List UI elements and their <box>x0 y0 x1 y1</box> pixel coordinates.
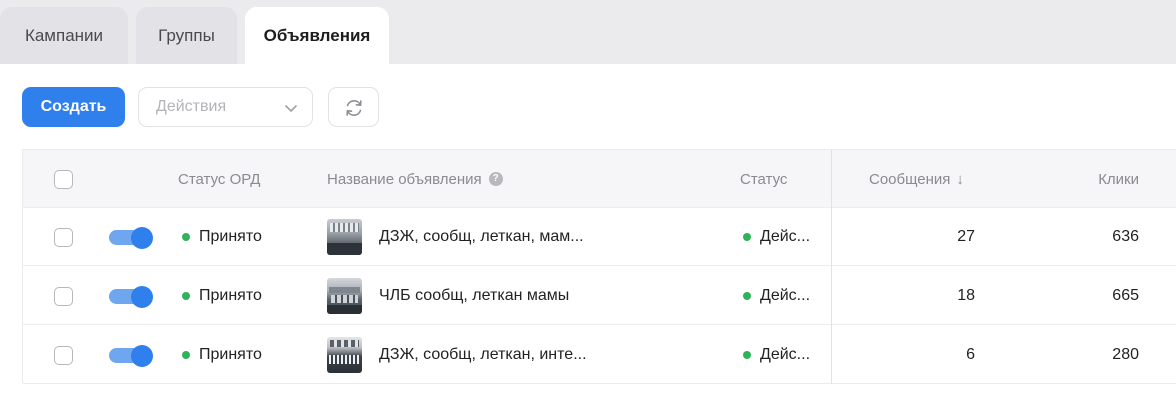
tab-ads[interactable]: Объявления <box>245 7 389 64</box>
help-icon[interactable]: ? <box>488 172 503 186</box>
ad-name-link[interactable]: ЧЛБ сообщ, леткан мамы <box>379 287 569 305</box>
row-checkbox[interactable] <box>54 227 73 247</box>
ad-name-cell: ДЗЖ, сообщ, леткан, инте... <box>327 326 587 384</box>
ad-enabled-toggle[interactable] <box>109 286 153 308</box>
column-header-messages-label: Сообщения <box>869 170 951 188</box>
frozen-column-divider <box>831 150 832 384</box>
status-text: Дейс... <box>760 346 811 363</box>
ad-thumbnail[interactable] <box>327 337 362 373</box>
table-row[interactable]: Принято ДЗЖ, сообщ, леткан, мам... Дейс.… <box>23 208 1176 266</box>
clicks-cell: 280 <box>1112 346 1139 363</box>
sort-desc-icon: ↓ <box>956 170 964 188</box>
status-cell: Дейс... <box>743 326 810 384</box>
clicks-cell: 636 <box>1112 228 1139 245</box>
ads-table: Статус ОРД Название объявления ? Статус … <box>22 149 1176 384</box>
row-checkbox[interactable] <box>54 345 73 365</box>
status-dot-icon <box>743 233 751 241</box>
select-all-cell <box>54 150 73 208</box>
table-row[interactable]: Принято ДЗЖ, сообщ, леткан, инте... Дейс… <box>23 326 1176 384</box>
ad-enabled-toggle[interactable] <box>109 227 153 249</box>
row-select-cell <box>54 267 73 325</box>
ord-status-cell: Принято <box>182 267 262 325</box>
ord-status-text: Принято <box>199 287 262 304</box>
ord-status-text: Принято <box>199 228 262 245</box>
status-cell: Дейс... <box>743 267 810 325</box>
ord-status-cell: Принято <box>182 326 262 384</box>
row-checkbox[interactable] <box>54 286 73 306</box>
ord-status-cell: Принято <box>182 208 262 266</box>
chevron-down-icon <box>285 105 297 112</box>
status-dot-icon <box>182 292 190 300</box>
clicks-cell: 665 <box>1112 287 1139 304</box>
row-select-cell <box>54 326 73 384</box>
select-all-checkbox[interactable] <box>54 169 73 189</box>
status-text: Дейс... <box>760 228 811 245</box>
messages-cell: 18 <box>957 287 975 304</box>
status-dot-icon <box>182 351 190 359</box>
ad-thumbnail[interactable] <box>327 219 362 255</box>
create-button[interactable]: Создать <box>22 87 125 127</box>
status-text: Дейс... <box>760 287 811 304</box>
column-header-ad-name-label: Название объявления <box>327 170 482 188</box>
status-cell: Дейс... <box>743 208 810 266</box>
ad-name-link[interactable]: ДЗЖ, сообщ, леткан, инте... <box>379 346 587 364</box>
messages-cell: 27 <box>957 228 975 245</box>
status-dot-icon <box>743 292 751 300</box>
column-header-clicks[interactable]: Клики <box>1023 150 1139 208</box>
actions-select[interactable]: Действия <box>138 87 313 127</box>
row-select-cell <box>54 208 73 266</box>
ad-enabled-toggle[interactable] <box>109 345 153 367</box>
ord-status-text: Принято <box>199 346 262 363</box>
tab-bar: Кампании Группы Объявления <box>0 0 1176 64</box>
column-header-ad-name[interactable]: Название объявления ? <box>327 150 503 208</box>
refresh-icon <box>346 100 362 116</box>
actions-select-placeholder: Действия <box>156 98 227 115</box>
messages-cell: 6 <box>966 346 975 363</box>
ad-name-link[interactable]: ДЗЖ, сообщ, леткан, мам... <box>379 228 584 246</box>
ad-name-cell: ДЗЖ, сообщ, леткан, мам... <box>327 208 584 266</box>
table-row[interactable]: Принято ЧЛБ сообщ, леткан мамы Дейс... 1… <box>23 267 1176 325</box>
tab-groups[interactable]: Группы <box>136 7 237 64</box>
column-header-messages[interactable]: Сообщения ↓ <box>869 150 964 208</box>
toggle-knob <box>131 286 153 308</box>
status-dot-icon <box>182 233 190 241</box>
ad-thumbnail[interactable] <box>327 278 362 314</box>
column-header-ord-status[interactable]: Статус ОРД <box>178 150 260 208</box>
toggle-knob <box>131 345 153 367</box>
toggle-knob <box>131 227 153 249</box>
refresh-button[interactable] <box>328 87 379 127</box>
table-header-row: Статус ОРД Название объявления ? Статус … <box>23 150 1176 208</box>
ad-name-cell: ЧЛБ сообщ, леткан мамы <box>327 267 569 325</box>
status-dot-icon <box>743 351 751 359</box>
column-header-status[interactable]: Статус <box>740 150 787 208</box>
tab-campaigns[interactable]: Кампании <box>0 7 128 64</box>
